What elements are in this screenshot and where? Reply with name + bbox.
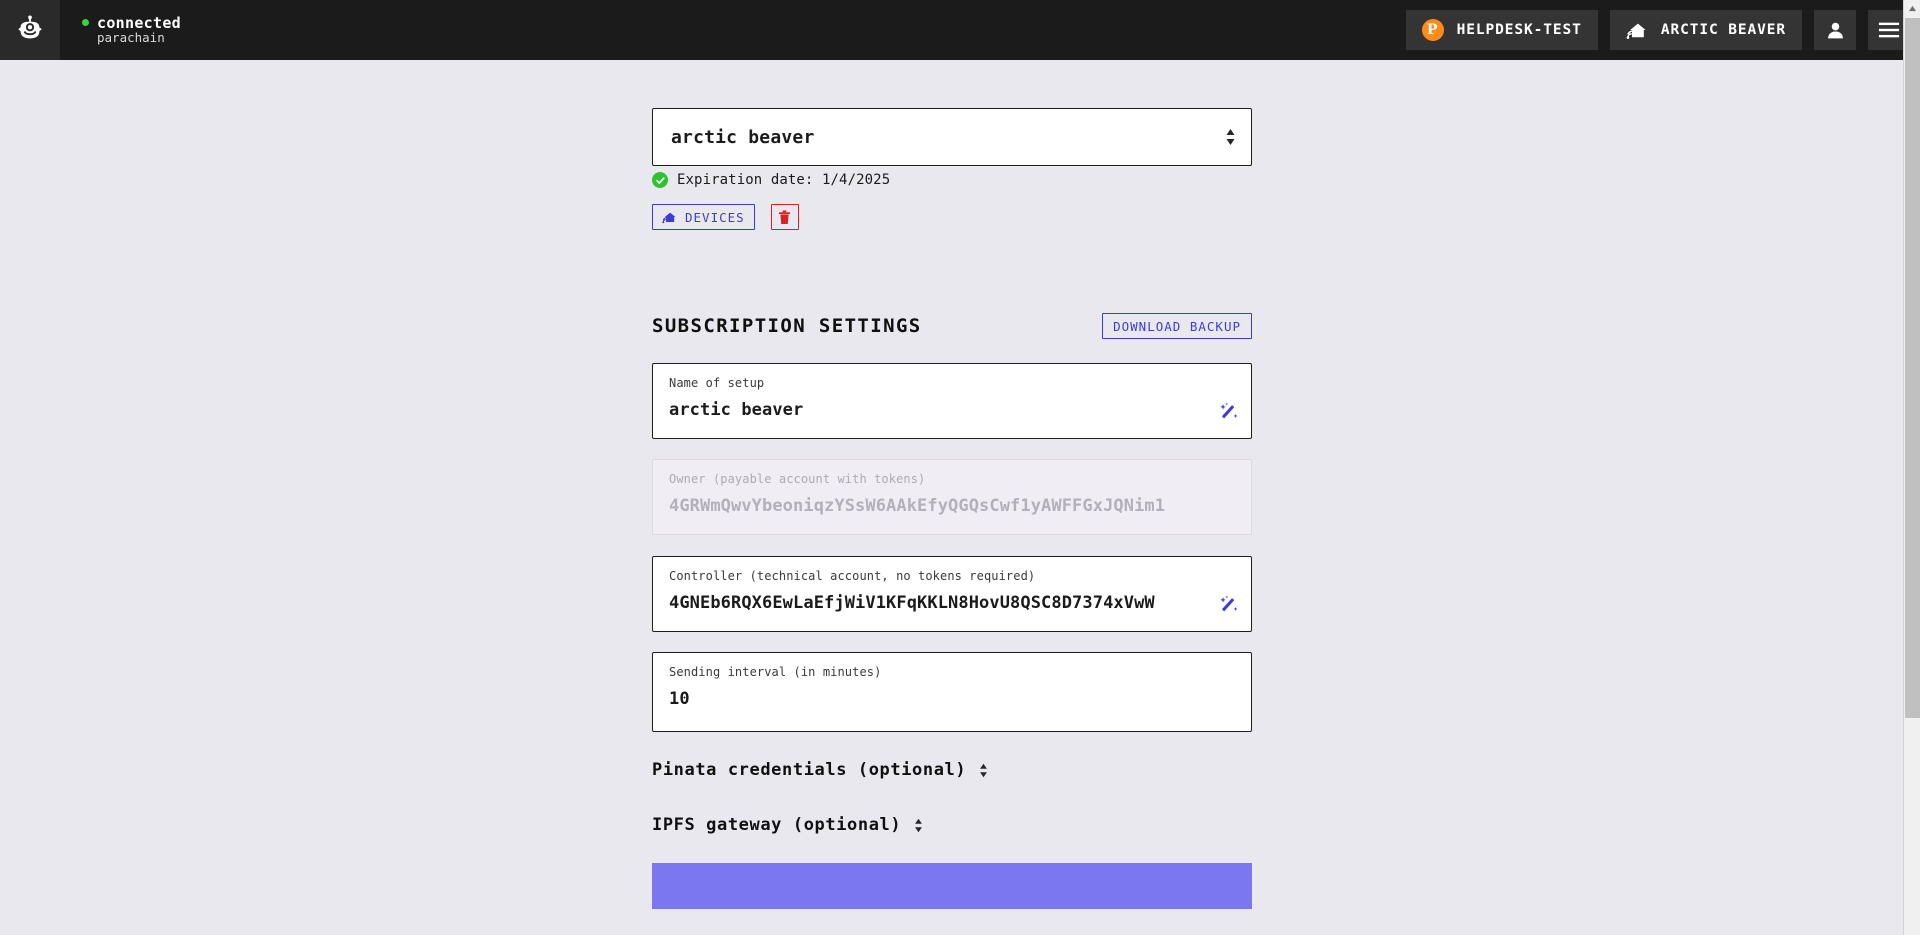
robot-head-icon bbox=[18, 15, 42, 39]
owner-label: Owner (payable account with tokens) bbox=[669, 472, 926, 486]
controller-field[interactable]: Controller (technical account, no tokens… bbox=[652, 556, 1252, 632]
setup-select[interactable]: arctic beaver bbox=[652, 108, 1252, 166]
top-header-bar: connected parachain P HELPDESK-TEST ARCT… bbox=[0, 0, 1920, 60]
scroll-up-arrow-icon[interactable] bbox=[1904, 0, 1920, 17]
polkadot-icon: P bbox=[1421, 19, 1444, 41]
name-of-setup-label: Name of setup bbox=[669, 376, 765, 390]
download-backup-button[interactable]: DOWNLOAD BACKUP bbox=[1102, 313, 1252, 339]
account-button[interactable] bbox=[1814, 10, 1856, 50]
trash-icon bbox=[779, 209, 791, 224]
expiration-status-row: Expiration date: 1/4/2025 bbox=[652, 172, 1252, 188]
save-settings-button[interactable] bbox=[652, 863, 1252, 909]
device-selector-button[interactable]: ARCTIC BEAVER bbox=[1609, 10, 1802, 50]
chevron-up-down-icon bbox=[978, 762, 989, 779]
controller-label: Controller (technical account, no tokens… bbox=[669, 569, 1036, 583]
chain-selector-label: HELPDESK-TEST bbox=[1456, 22, 1582, 38]
connection-state-row: connected bbox=[82, 13, 181, 32]
chevron-up-down-icon bbox=[1224, 127, 1237, 147]
delete-setup-button[interactable] bbox=[770, 204, 799, 230]
magic-wand-icon[interactable] bbox=[1220, 595, 1239, 614]
ipfs-gateway-accordion[interactable]: IPFS gateway (optional) bbox=[652, 815, 1252, 835]
sending-interval-value: 10 bbox=[669, 689, 690, 709]
ipfs-gateway-label: IPFS gateway (optional) bbox=[652, 815, 902, 835]
devices-button-label: DEVICES bbox=[685, 209, 745, 225]
house-wifi-icon bbox=[662, 210, 677, 224]
status-indicator-dot bbox=[82, 19, 89, 27]
expiration-date-label: Expiration date: 1/4/2025 bbox=[677, 172, 891, 188]
sending-interval-field[interactable]: Sending interval (in minutes) 10 bbox=[652, 652, 1252, 732]
house-wifi-icon bbox=[1626, 20, 1648, 40]
setup-select-value: arctic beaver bbox=[671, 126, 815, 148]
name-of-setup-value: arctic beaver bbox=[669, 400, 804, 420]
page-title: SUBSCRIPTION SETTINGS bbox=[652, 315, 922, 337]
network-name-label: parachain bbox=[97, 30, 165, 46]
hamburger-menu-icon bbox=[1878, 22, 1900, 38]
pinata-credentials-label: Pinata credentials (optional) bbox=[652, 760, 967, 780]
connection-state-label: connected bbox=[97, 13, 181, 32]
app-logo[interactable] bbox=[0, 0, 60, 60]
magic-wand-icon[interactable] bbox=[1220, 402, 1239, 421]
pinata-credentials-accordion[interactable]: Pinata credentials (optional) bbox=[652, 760, 1252, 780]
person-icon bbox=[1827, 22, 1843, 38]
vertical-scrollbar[interactable] bbox=[1903, 0, 1920, 935]
name-of-setup-field[interactable]: Name of setup arctic beaver bbox=[652, 363, 1252, 439]
chevron-up-down-icon bbox=[913, 817, 924, 834]
owner-value: 4GRWmQwvYbeoniqzYSsW6AAkEfyQGQsCwf1yAWFF… bbox=[669, 496, 1166, 516]
connection-status: connected parachain bbox=[82, 13, 181, 46]
sending-interval-label: Sending interval (in minutes) bbox=[669, 665, 882, 679]
subscription-settings-header: SUBSCRIPTION SETTINGS DOWNLOAD BACKUP bbox=[652, 313, 1252, 339]
page-body: arctic beaver Expiration date: 1/4/2025 bbox=[0, 60, 1903, 935]
chain-selector-button[interactable]: P HELPDESK-TEST bbox=[1405, 10, 1598, 50]
setup-action-buttons: DEVICES bbox=[652, 204, 1252, 230]
setup-selector-section: arctic beaver Expiration date: 1/4/2025 bbox=[652, 108, 1252, 913]
owner-field: Owner (payable account with tokens) 4GRW… bbox=[652, 459, 1252, 535]
header-actions: P HELPDESK-TEST ARCTIC BEAVER bbox=[1394, 10, 1910, 50]
controller-value: 4GNEb6RQX6EwLaEfjWiV1KFqKKLN8HovU8QSC8D7… bbox=[669, 593, 1155, 613]
check-circle-icon bbox=[652, 172, 668, 188]
devices-button[interactable]: DEVICES bbox=[652, 204, 755, 230]
scrollbar-thumb[interactable] bbox=[1905, 18, 1920, 718]
device-selector-label: ARCTIC BEAVER bbox=[1660, 22, 1786, 38]
